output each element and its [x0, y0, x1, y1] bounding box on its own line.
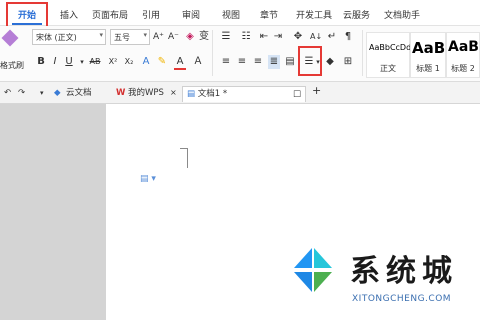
decrease-indent-icon[interactable]: ⇤ [258, 30, 270, 44]
style-heading-1[interactable]: AaBl 标题 1 [410, 32, 450, 78]
watermark-logo-icon [287, 245, 337, 295]
style-caption: 标题 1 [416, 64, 440, 73]
text-effect-icon[interactable]: A [140, 55, 152, 69]
format-painter-label[interactable]: 格式刷 [0, 60, 24, 71]
font-color-button[interactable]: A [174, 55, 186, 70]
page-corner-marker [180, 148, 188, 168]
style-sample: AaBbCcDd [369, 43, 412, 52]
align-left-icon[interactable]: ≡ [220, 55, 232, 69]
tab-page-layout[interactable]: 页面布局 [92, 8, 128, 21]
ribbon-separator [362, 30, 363, 76]
tab-doc-assistant[interactable]: 文档助手 [384, 8, 420, 21]
tab-chapter[interactable]: 章节 [260, 8, 278, 21]
chevron-down-icon: ▾ [99, 31, 103, 39]
close-icon[interactable]: × [170, 86, 177, 102]
bold-button[interactable]: B [36, 55, 46, 69]
numbered-list-icon[interactable]: ☷ [240, 30, 252, 44]
wps-logo-icon: W [116, 88, 126, 98]
chinese-layout-icon[interactable]: ✥ [292, 30, 304, 44]
style-sample: AaBl [412, 39, 451, 57]
justify-icon[interactable]: ≣ [268, 55, 280, 69]
style-normal[interactable]: AaBbCcDd 正文 [366, 32, 412, 78]
watermark-brand: 系统城 [350, 254, 458, 289]
char-border-icon[interactable]: Ａ [192, 55, 204, 69]
redo-icon[interactable]: ↷ [18, 86, 25, 102]
font-name-value: 宋体 (正文) [36, 33, 77, 42]
highlight-color-icon[interactable]: ✎ [156, 55, 168, 69]
paragraph-mark-icon[interactable]: ¶ [342, 30, 354, 44]
font-size-select[interactable]: 五号 ▾ [110, 29, 150, 45]
style-sample: AaBb [448, 39, 479, 55]
tab-cloud-docs[interactable]: 云文档 [66, 86, 92, 102]
paste-options-icon[interactable]: ▤ ▾ [140, 174, 156, 184]
tab-insert[interactable]: 插入 [60, 8, 78, 21]
format-painter-icon[interactable] [1, 29, 19, 47]
tab-document1-label: 文档1 * [197, 89, 228, 99]
subscript-button[interactable]: X₂ [122, 55, 136, 69]
shading-icon[interactable]: ◆ [324, 55, 336, 69]
chevron-down-icon[interactable]: ▾ [40, 86, 44, 102]
new-tab-button[interactable]: + [312, 84, 321, 100]
start-tab-highlight [6, 2, 48, 28]
font-size-value: 五号 [114, 33, 130, 42]
chevron-down-icon: ▾ [143, 31, 147, 39]
close-icon[interactable]: □ [293, 87, 301, 101]
ribbon-toolbar: 格式刷 宋体 (正文) ▾ 五号 ▾ A⁺ A⁻ ◈ 变 B I U ▾ AB … [0, 26, 480, 82]
undo-icon[interactable]: ↶ [4, 86, 11, 102]
underline-button[interactable]: U [64, 55, 74, 69]
tab-references[interactable]: 引用 [142, 8, 160, 21]
menu-bar: 开始 插入 页面布局 引用 审阅 视图 章节 开发工具 云服务 文档助手 [0, 0, 480, 26]
cloud-doc-icon: ◆ [54, 88, 61, 98]
superscript-button[interactable]: X² [106, 55, 120, 69]
sort-icon[interactable]: A↓ [310, 30, 322, 44]
document-tab-bar: ↶ ↷ ▾ ◆ 云文档 W 我的WPS × ▤ 文档1 * □ + [0, 82, 480, 104]
italic-button[interactable]: I [50, 55, 60, 69]
tab-view[interactable]: 视图 [222, 8, 240, 21]
style-caption: 标题 2 [451, 64, 475, 73]
ribbon-separator [212, 30, 213, 76]
doc-icon: ▤ [187, 89, 196, 99]
pinyin-icon[interactable]: 变 [198, 30, 210, 44]
show-marks-icon[interactable]: ↵ [326, 30, 338, 44]
bullet-list-icon[interactable]: ☰ [220, 30, 232, 44]
chevron-down-icon[interactable]: ▾ [78, 55, 86, 69]
strikethrough-button[interactable]: AB [86, 55, 104, 69]
style-heading-2[interactable]: AaBb 标题 2 [446, 32, 480, 78]
border-icon[interactable]: ⊞ [342, 55, 354, 69]
line-spacing-highlight [298, 46, 322, 76]
increase-indent-icon[interactable]: ⇥ [272, 30, 284, 44]
left-gutter [0, 104, 106, 320]
watermark-url: XITONGCHENG.COM [352, 294, 452, 304]
grow-font-icon[interactable]: A⁺ [153, 30, 164, 44]
tab-cloud-service[interactable]: 云服务 [343, 8, 370, 21]
clear-format-icon[interactable]: ◈ [184, 30, 196, 44]
align-center-icon[interactable]: ≡ [236, 55, 248, 69]
font-name-select[interactable]: 宋体 (正文) ▾ [32, 29, 106, 45]
align-right-icon[interactable]: ≡ [252, 55, 264, 69]
tab-developer[interactable]: 开发工具 [296, 8, 332, 21]
tab-review[interactable]: 审阅 [182, 8, 200, 21]
tab-my-wps[interactable]: 我的WPS [128, 86, 164, 102]
distributed-align-icon[interactable]: ▤ [284, 55, 296, 69]
tab-document1[interactable]: ▤ 文档1 * □ [182, 86, 306, 102]
style-caption: 正文 [380, 64, 396, 73]
shrink-font-icon[interactable]: A⁻ [168, 30, 179, 44]
